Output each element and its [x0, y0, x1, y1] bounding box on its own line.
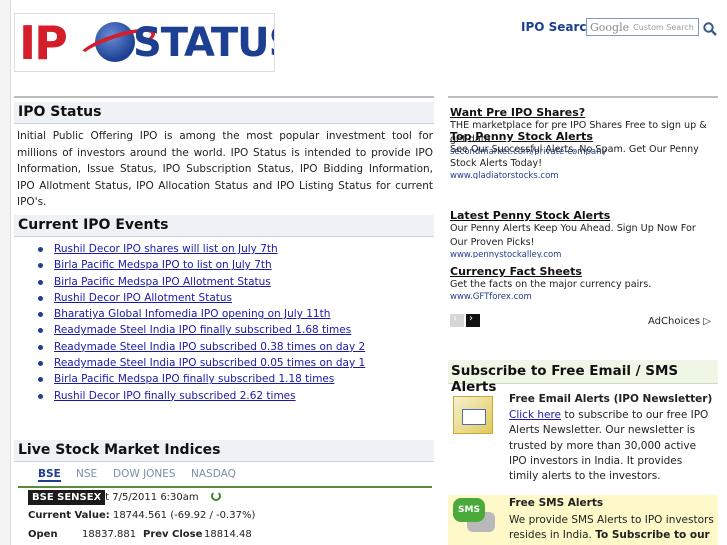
sms-bubble: SMS — [453, 498, 485, 522]
ad-url[interactable]: www.pennystockalley.com — [450, 250, 714, 258]
sms-title: Free SMS Alerts — [509, 497, 604, 509]
event-link[interactable]: Rushil Decor IPO finally subscribed 2.62… — [54, 390, 296, 402]
tab-dow-jones[interactable]: DOW JONES — [113, 468, 176, 480]
adchoices-icon: ▷ — [703, 316, 711, 327]
ad-url[interactable]: www.gladiatorstocks.com — [450, 171, 714, 179]
event-link[interactable]: Rushil Decor IPO shares will list on Jul… — [54, 243, 278, 255]
current-value-row: Current Value: 18744.561 (-69.92 / -0.37… — [28, 510, 255, 521]
index-timestamp: at 7/5/2011 6:30am — [99, 492, 199, 503]
open-value: 18837.881 — [82, 529, 137, 540]
event-link[interactable]: Bharatiya Global Infomedia IPO opening o… — [54, 308, 330, 320]
chevron-left-icon: ‹ — [453, 313, 457, 324]
ad-body: Get the facts on the major currency pair… — [450, 279, 652, 290]
event-link[interactable]: Readymade Steel India IPO subscribed 0.0… — [54, 357, 365, 369]
ad-title[interactable]: Want Pre IPO Shares? — [450, 106, 714, 119]
current-value-label: Current Value: — [28, 510, 110, 521]
event-link[interactable]: Birla Pacific Medspa IPO to list on July… — [54, 259, 272, 271]
ad-item[interactable]: Currency Fact Sheets Get the facts on th… — [450, 265, 714, 304]
prev-close-label: Prev Close — [143, 529, 203, 540]
ad-body: See Our Successful Alerts. No Spam. Get … — [450, 144, 699, 169]
market-tabs: BSE NSE DOW JONES NASDAQ — [18, 466, 432, 488]
logo-status-text: STATUS — [133, 20, 274, 66]
tab-bse[interactable]: BSE — [38, 468, 61, 482]
google-logo: Google — [590, 20, 630, 34]
refresh-icon[interactable] — [211, 491, 221, 501]
tab-nse[interactable]: NSE — [76, 468, 97, 480]
event-link[interactable]: Rushil Decor IPO Allotment Status — [54, 292, 232, 304]
ad-title[interactable]: Currency Fact Sheets — [450, 265, 714, 278]
event-link[interactable]: Birla Pacific Medspa IPO Allotment Statu… — [54, 276, 271, 288]
header-divider — [14, 96, 434, 98]
subscribe-heading: Subscribe to Free Email / SMS Alerts — [448, 360, 718, 395]
events-list: Rushil Decor IPO shares will list on Jul… — [38, 241, 428, 404]
chevron-right-icon: › — [469, 313, 473, 324]
list-item: Birla Pacific Medspa IPO finally subscri… — [38, 371, 428, 387]
newsletter-text: Click here to subscribe to our free IPO … — [509, 408, 714, 484]
newsletter-icon — [453, 396, 493, 434]
search-icon[interactable] — [702, 21, 718, 37]
event-link[interactable]: Readymade Steel India IPO finally subscr… — [54, 324, 351, 336]
list-item: Rushil Decor IPO finally subscribed 2.62… — [38, 388, 428, 404]
ad-body: Our Penny Alerts Keep You Ahead. Sign Up… — [450, 223, 696, 248]
list-item: Birla Pacific Medspa IPO Allotment Statu… — [38, 274, 428, 290]
list-item: Readymade Steel India IPO subscribed 0.3… — [38, 339, 428, 355]
index-name-badge: BSE SENSEX — [28, 490, 106, 505]
current-value: 18744.561 (-69.92 / -0.37%) — [112, 510, 256, 521]
ad-item[interactable]: Top Penny Stock Alerts See Our Successfu… — [450, 130, 714, 179]
ipo-status-heading: IPO Status — [14, 102, 434, 124]
list-item: Readymade Steel India IPO finally subscr… — [38, 322, 428, 338]
list-item: Birla Pacific Medspa IPO to list on July… — [38, 257, 428, 273]
market-heading: Live Stock Market Indices — [14, 440, 434, 462]
adchoices-link[interactable]: AdChoices ▷ — [648, 316, 711, 327]
event-link[interactable]: Readymade Steel India IPO subscribed 0.3… — [54, 341, 365, 353]
list-item: Bharatiya Global Infomedia IPO opening o… — [38, 306, 428, 322]
list-item: Rushil Decor IPO shares will list on Jul… — [38, 241, 428, 257]
header-divider-right — [448, 96, 718, 98]
adchoices-label: AdChoices — [648, 316, 701, 327]
ipo-status-intro: Initial Public Offering IPO is among the… — [17, 130, 433, 208]
search-input[interactable]: Google Custom Search — [586, 18, 699, 36]
list-item: Rushil Decor IPO Allotment Status — [38, 290, 428, 306]
current-events-heading: Current IPO Events — [14, 215, 434, 237]
open-label: Open — [28, 529, 58, 540]
search-label: IPO Search — [521, 20, 596, 34]
newsletter-title: Free Email Alerts (IPO Newsletter) — [509, 393, 713, 405]
tab-nasdaq[interactable]: NASDAQ — [191, 468, 236, 480]
ad-next-button[interactable]: › — [466, 313, 480, 327]
prev-close-value: 18814.48 — [204, 529, 252, 540]
ad-item[interactable]: Latest Penny Stock Alerts Our Penny Aler… — [450, 209, 714, 258]
event-link[interactable]: Birla Pacific Medspa IPO finally subscri… — [54, 373, 334, 385]
newsletter-subscribe-link[interactable]: Click here — [509, 409, 561, 421]
site-logo[interactable]: IP STATUS — [14, 13, 275, 72]
logo-ipo-text: IP — [19, 16, 68, 70]
ad-title[interactable]: Latest Penny Stock Alerts — [450, 209, 714, 222]
search-placeholder: Custom Search — [633, 22, 694, 32]
ad-prev-button[interactable]: ‹ — [450, 313, 464, 327]
sms-text: We provide SMS Alerts to IPO investors r… — [509, 513, 714, 545]
list-item: Readymade Steel India IPO subscribed 0.0… — [38, 355, 428, 371]
ad-url[interactable]: www.GFTforex.com — [450, 292, 714, 304]
ad-title[interactable]: Top Penny Stock Alerts — [450, 130, 714, 143]
sms-icon: SMS — [453, 498, 497, 534]
